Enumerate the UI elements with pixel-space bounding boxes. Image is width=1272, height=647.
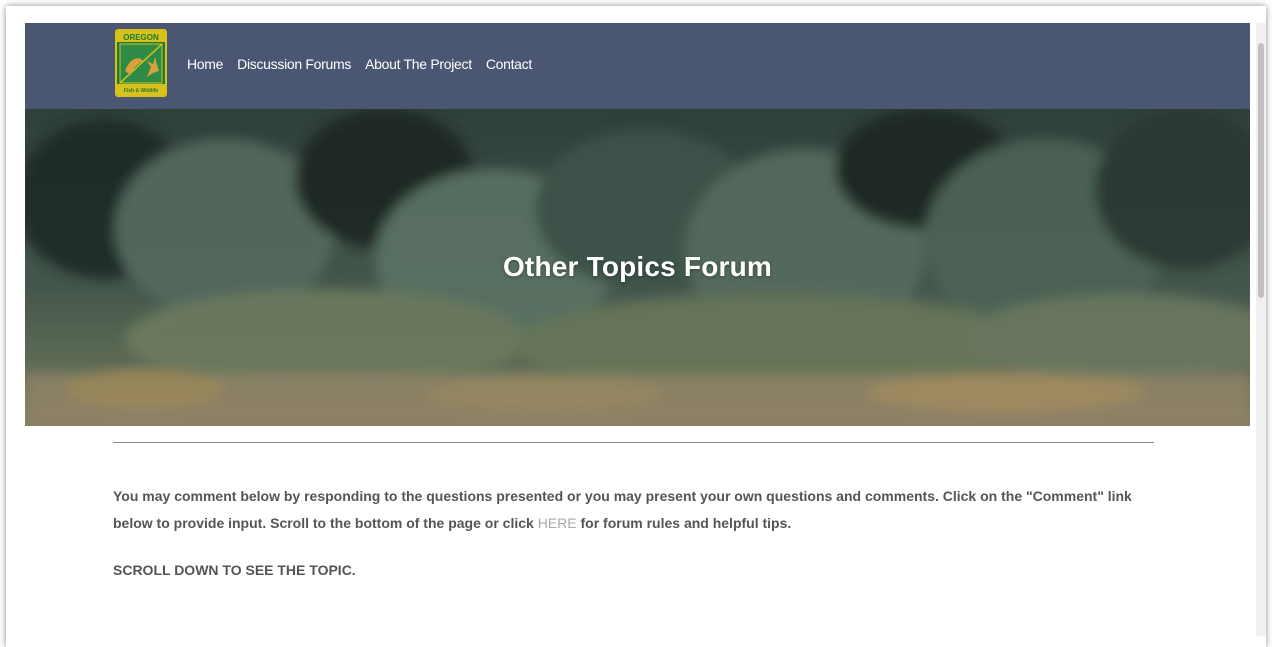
browser-frame: OREGON Fish & Wildlife Home Discussion F… (6, 6, 1266, 647)
main-nav: Home Discussion Forums About The Project… (187, 56, 532, 72)
hero-banner: Other Topics Forum (25, 109, 1250, 426)
scrollbar-thumb[interactable] (1258, 43, 1264, 298)
content-divider (113, 442, 1154, 443)
page-title: Other Topics Forum (502, 251, 773, 282)
top-navbar: OREGON Fish & Wildlife Home Discussion F… (25, 23, 1250, 109)
intro-paragraph: You may comment below by responding to t… (113, 483, 1153, 537)
scroll-down-note: SCROLL DOWN TO SEE THE TOPIC. (113, 562, 356, 578)
nav-link-contact[interactable]: Contact (486, 56, 532, 72)
nav-link-about-the-project[interactable]: About The Project (365, 56, 472, 72)
nav-link-home[interactable]: Home (187, 56, 223, 72)
page: OREGON Fish & Wildlife Home Discussion F… (25, 23, 1250, 647)
page-scrollbar[interactable] (1256, 23, 1266, 636)
forum-rules-link[interactable]: HERE (538, 515, 577, 531)
logo-graphic: OREGON Fish & Wildlife (117, 31, 165, 95)
nav-link-discussion-forums[interactable]: Discussion Forums (237, 56, 351, 72)
logo-top-text: OREGON (123, 33, 159, 42)
intro-text-after: for forum rules and helpful tips. (576, 515, 792, 531)
oregon-fish-wildlife-logo[interactable]: OREGON Fish & Wildlife (115, 29, 167, 97)
logo-bottom-text: Fish & Wildlife (124, 88, 159, 94)
